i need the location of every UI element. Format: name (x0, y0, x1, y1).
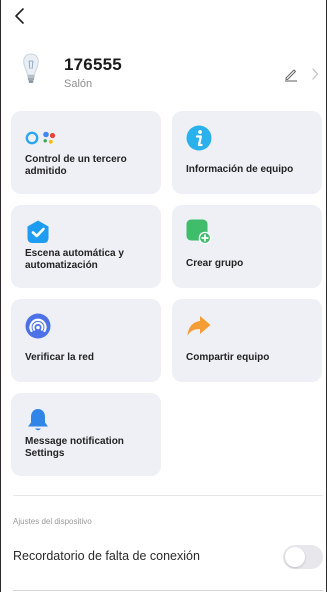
share-device-label: Compartir equipo (186, 352, 270, 363)
device-name: 176555 (64, 55, 122, 74)
check-network-label: Verificar la red (25, 352, 94, 363)
automation-card[interactable]: Escena automática y automatización (11, 205, 161, 288)
chevron-right-icon[interactable] (310, 67, 320, 81)
third-party-control-card[interactable]: Control de un tercero admitido (11, 111, 161, 194)
message-notification-label: Message notification Settings (25, 436, 124, 459)
back-arrow-icon[interactable] (10, 6, 32, 28)
create-group-card[interactable]: Crear grupo (172, 205, 322, 288)
device-room: Salón (64, 78, 93, 90)
top-bar (0, 0, 327, 34)
info-icon (186, 125, 212, 151)
offline-reminder-toggle[interactable] (283, 545, 323, 569)
device-settings-section-title: Ajustes del dispositivo (13, 517, 92, 526)
automation-label: Escena automática y automatización (25, 248, 124, 271)
share-icon (187, 316, 211, 336)
lightbulb-icon (23, 53, 39, 83)
network-check-icon (25, 313, 51, 339)
device-header: 176555 Salón (0, 34, 327, 96)
message-notification-card[interactable]: Message notification Settings (11, 393, 161, 476)
bell-icon (28, 409, 48, 431)
third-party-control-label: Control de un tercero admitido (25, 154, 127, 177)
create-group-label: Crear grupo (186, 258, 244, 269)
check-network-card[interactable]: Verificar la red (11, 299, 161, 382)
edit-pencil-icon[interactable] (283, 66, 299, 82)
device-info-card[interactable]: Información de equipo (172, 111, 322, 194)
voice-assistant-icon (25, 131, 56, 145)
toggle-knob (285, 547, 305, 567)
share-device-card[interactable]: Compartir equipo (172, 299, 322, 382)
offline-reminder-label: Recordatorio de falta de conexión (13, 549, 200, 563)
section-divider (13, 495, 323, 496)
bottom-divider (13, 590, 323, 591)
create-group-icon (186, 219, 212, 245)
automation-check-icon (27, 220, 49, 243)
device-info-label: Información de equipo (186, 164, 294, 175)
